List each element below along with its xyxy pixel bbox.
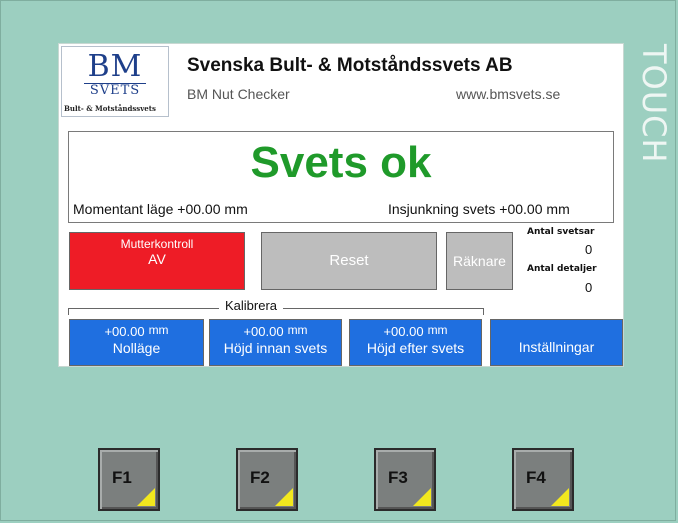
f4-key-label: F4 [526, 468, 546, 487]
height-after-weld-unit: mm [427, 323, 448, 337]
product-name: BM Nut Checker [187, 86, 290, 102]
f1-key-led-corner [137, 488, 155, 506]
zero-position-value: +00.00 [104, 324, 145, 339]
weld-sink-label: Insjunkning svets [388, 201, 496, 217]
logo-bm-text: BM [87, 49, 143, 84]
weld-status-box: Svets ok Momentant läge +00.00 mm Insjun… [68, 131, 614, 223]
hmi-screen: BM SVETS Bult- & Motståndssvets Svenska … [58, 43, 624, 367]
logo-svets-text: SVETS [84, 83, 146, 98]
counter-button[interactable]: Räknare [446, 232, 513, 290]
zero-position-label: Nolläge [112, 340, 161, 356]
f1-key-label: F1 [112, 468, 132, 487]
f1-key[interactable]: F1 [98, 448, 160, 511]
f3-key-label: F3 [388, 468, 408, 487]
zero-position-unit: mm [148, 323, 169, 337]
f3-key[interactable]: F3 [374, 448, 436, 511]
nut-control-label: Mutterkontroll [120, 237, 194, 251]
momentary-position-value: +00.00 [177, 201, 221, 217]
company-logo: BM SVETS Bult- & Motståndssvets [61, 46, 169, 117]
settings-button[interactable]: Inställningar [490, 319, 623, 366]
f2-key-label: F2 [250, 468, 270, 487]
f2-key[interactable]: F2 [236, 448, 298, 511]
part-count-value: 0 [585, 280, 593, 295]
height-after-weld-button[interactable]: +00.00 mm Höjd efter svets [349, 319, 482, 366]
f4-key-led-corner [551, 488, 569, 506]
height-after-weld-label: Höjd efter svets [366, 340, 465, 356]
height-before-weld-button[interactable]: +00.00 mm Höjd innan svets [209, 319, 342, 366]
reset-button[interactable]: Reset [261, 232, 437, 290]
touch-label: TOUCH [635, 44, 673, 164]
settings-label: Inställningar [518, 339, 595, 355]
momentary-position-label: Momentant läge [73, 201, 174, 217]
zero-position-button[interactable]: +00.00 mm Nolläge [69, 319, 204, 366]
weld-count-label: Antal svetsar [527, 227, 595, 237]
f2-key-led-corner [275, 488, 293, 506]
part-count-label: Antal detaljer [527, 264, 597, 274]
weld-count-value: 0 [585, 242, 593, 257]
height-before-weld-value: +00.00 [243, 324, 284, 339]
nut-control-button[interactable]: Mutterkontroll AV [69, 232, 245, 290]
website-text: www.bmsvets.se [456, 86, 561, 102]
nut-control-state: AV [148, 251, 166, 267]
calibration-group-label: Kalibrera [219, 298, 284, 313]
height-after-weld-value: +00.00 [383, 324, 424, 339]
momentary-position-readout: Momentant läge +00.00 mm [73, 201, 248, 217]
height-before-weld-unit: mm [287, 323, 308, 337]
weld-sink-value: +00.00 [499, 201, 543, 217]
company-name: Svenska Bult- & Motståndssvets AB [187, 55, 513, 76]
f4-key[interactable]: F4 [512, 448, 574, 511]
weld-status-message: Svets ok [250, 138, 432, 187]
f3-key-led-corner [413, 488, 431, 506]
logo-subtitle: Bult- & Motståndssvets [64, 104, 156, 113]
weld-sink-unit: mm [546, 201, 570, 217]
weld-sink-readout: Insjunkning svets +00.00 mm [388, 201, 570, 217]
momentary-position-unit: mm [224, 201, 248, 217]
height-before-weld-label: Höjd innan svets [223, 340, 328, 356]
